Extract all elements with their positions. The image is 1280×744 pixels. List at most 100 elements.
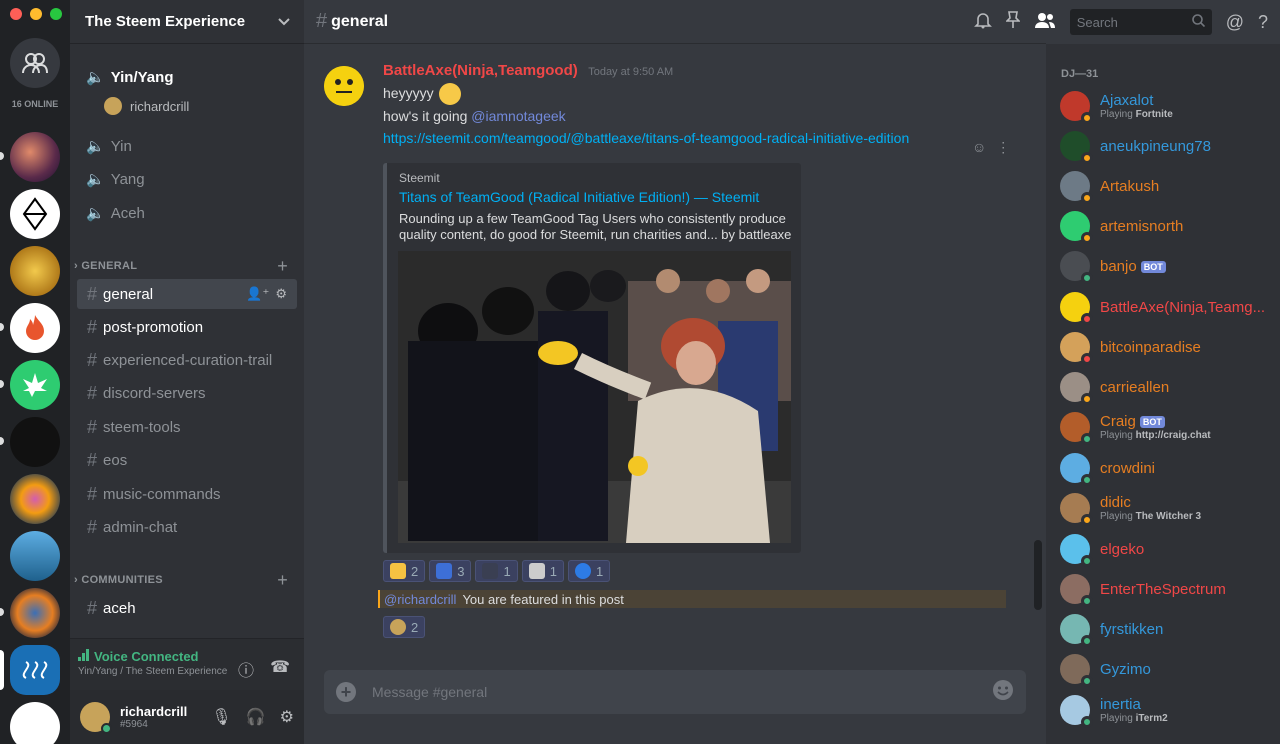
member-item[interactable]: Artakush xyxy=(1060,166,1280,206)
member-item[interactable]: bitcoinparadise xyxy=(1060,327,1280,367)
server-icon-leaf[interactable] xyxy=(10,360,60,410)
server-icon-nebula[interactable] xyxy=(10,132,60,182)
member-item[interactable]: crowdini xyxy=(1060,448,1280,488)
user-mention[interactable]: @richardcrill xyxy=(384,592,456,607)
status-indicator xyxy=(1081,555,1093,567)
member-item[interactable]: Craig BOT Playing http://craig.chat xyxy=(1060,407,1280,447)
reaction-steem[interactable]: 3 xyxy=(429,560,472,582)
member-item[interactable]: banjo BOT xyxy=(1060,246,1280,286)
channel-aceh[interactable]: # aceh xyxy=(77,593,297,623)
pin-icon[interactable] xyxy=(1004,10,1021,34)
discord-app: 16 ONLINE The Steem Experience 🔈 Yin/Yan… xyxy=(0,0,1280,744)
member-item[interactable]: Gyzimo xyxy=(1060,649,1280,689)
member-item[interactable]: aneukpineung78 xyxy=(1060,126,1280,166)
channel-post-promotion[interactable]: # post-promotion xyxy=(77,312,297,342)
emoji-picker-icon[interactable] xyxy=(992,679,1014,706)
category-communities[interactable]: › COMMUNITIES + xyxy=(70,570,304,590)
message-input[interactable]: Message #general xyxy=(372,684,487,700)
member-item[interactable]: fyrstikken xyxy=(1060,609,1280,649)
member-item[interactable]: EnterTheSpectrum xyxy=(1060,569,1280,609)
minimize-window-button[interactable] xyxy=(30,8,42,20)
mentions-at-icon[interactable]: @ xyxy=(1226,12,1244,33)
server-icon-dynamic[interactable] xyxy=(10,474,60,524)
message-composer[interactable]: + Message #general xyxy=(324,670,1026,714)
server-icon-coin[interactable] xyxy=(10,246,60,296)
server-icon-eye[interactable] xyxy=(10,588,60,638)
headphones-icon[interactable]: 🎧 xyxy=(246,707,266,727)
reaction-custom[interactable]: 1 xyxy=(475,560,518,582)
server-icon-steem[interactable] xyxy=(10,702,60,744)
member-item[interactable]: BattleAxe(Ninja,Teamg... xyxy=(1060,287,1280,327)
member-name: Craig xyxy=(1100,413,1136,430)
voice-user[interactable]: richardcrill xyxy=(104,97,189,115)
channel-experienced-curation-trail[interactable]: # experienced-curation-trail xyxy=(77,345,297,375)
member-item[interactable]: didic Playing The Witcher 3 xyxy=(1060,488,1280,528)
members-icon[interactable] xyxy=(1034,11,1056,34)
add-reaction-icon[interactable]: ☺ xyxy=(972,139,986,156)
message-link[interactable]: https://steemit.com/teamgood/@battleaxe/… xyxy=(383,130,909,146)
member-item[interactable]: carrieallen xyxy=(1060,367,1280,407)
add-channel-icon[interactable]: + xyxy=(277,256,288,277)
home-button[interactable] xyxy=(10,38,60,88)
reaction-upvote[interactable]: 1 xyxy=(567,560,611,582)
member-item[interactable]: elgeko xyxy=(1060,529,1280,569)
avatar-emoji-icon xyxy=(390,619,406,635)
microphone-icon[interactable]: 🎙 xyxy=(211,707,231,727)
status-indicator xyxy=(1081,272,1093,284)
chat-scrollbar[interactable] xyxy=(1034,540,1042,610)
message-author[interactable]: BattleAxe(Ninja,Teamgood) xyxy=(383,62,578,79)
reaction-bar: 2 3 1 1 1 xyxy=(383,560,611,582)
avatar[interactable] xyxy=(324,66,364,106)
reaction-face[interactable]: 1 xyxy=(521,560,564,582)
member-item[interactable]: Ajaxalot Playing Fortnite xyxy=(1060,86,1280,126)
member-item[interactable]: inertia Playing iTerm2 xyxy=(1060,690,1280,730)
close-window-button[interactable] xyxy=(10,8,22,20)
voice-channel-yin-yang[interactable]: 🔈 Yin/Yang xyxy=(70,62,304,92)
avatar[interactable] xyxy=(80,702,112,734)
more-options-icon[interactable]: ⋮ xyxy=(996,139,1010,156)
avatar xyxy=(1060,332,1093,365)
server-icon-birds[interactable] xyxy=(10,531,60,581)
voice-channel-yin[interactable]: 🔈 Yin xyxy=(70,131,304,161)
reaction-avatar[interactable]: 2 xyxy=(383,616,426,638)
member-item[interactable]: artemisnorth xyxy=(1060,206,1280,246)
server-icon-ethereum[interactable] xyxy=(10,189,60,239)
server-icon-steem-experience[interactable] xyxy=(10,645,60,695)
bell-icon[interactable] xyxy=(973,11,992,34)
reaction-thumbs-up[interactable]: 2 xyxy=(383,560,426,582)
help-icon[interactable]: ? xyxy=(1258,12,1268,33)
status-indicator xyxy=(1081,313,1093,325)
channel-admin-chat[interactable]: # admin-chat xyxy=(77,512,297,542)
message-toolbar: ☺ ⋮ xyxy=(972,139,1010,156)
user-mention[interactable]: @iamnotageek xyxy=(471,108,565,124)
channel-eos[interactable]: # eos xyxy=(77,445,297,475)
embed-provider: Steemit xyxy=(399,171,440,185)
gear-icon[interactable]: ⚙ xyxy=(280,707,294,727)
guild-header[interactable]: The Steem Experience xyxy=(70,0,304,44)
voice-user-name: richardcrill xyxy=(130,98,190,114)
upload-plus-icon[interactable]: + xyxy=(336,682,356,702)
invite-icon[interactable]: 👤⁺ xyxy=(246,286,269,302)
zoom-window-button[interactable] xyxy=(50,8,62,20)
channel-steem-tools[interactable]: # steem-tools xyxy=(77,412,297,442)
info-icon[interactable]: ⓘ xyxy=(238,657,254,681)
server-icon-steemit-seekers[interactable] xyxy=(10,417,60,467)
channel-music-commands[interactable]: # music-commands xyxy=(77,479,297,509)
channel-discord-servers[interactable]: # discord-servers xyxy=(77,378,297,408)
voice-channel-yang[interactable]: 🔈 Yang xyxy=(70,164,304,194)
embed-title[interactable]: Titans of TeamGood (Radical Initiative E… xyxy=(399,189,789,205)
category-general[interactable]: › GENERAL + xyxy=(70,256,304,276)
member-name: Ajaxalot xyxy=(1100,92,1154,109)
channel-general[interactable]: # general 👤⁺ ⚙ xyxy=(77,279,297,309)
message-line: heyyyyy xyxy=(383,85,434,101)
voice-channel-aceh[interactable]: 🔈 Aceh xyxy=(70,198,304,228)
voice-channel-label: Aceh xyxy=(110,204,145,222)
embed-image[interactable] xyxy=(398,251,791,543)
reaction-count: 2 xyxy=(411,563,419,579)
server-icon-fire[interactable] xyxy=(10,303,60,353)
gear-icon[interactable]: ⚙ xyxy=(275,286,287,302)
hash-icon: # xyxy=(87,449,98,470)
add-channel-icon[interactable]: + xyxy=(277,570,288,591)
search-input[interactable]: Search xyxy=(1069,9,1212,35)
disconnect-icon[interactable]: ☎ xyxy=(270,657,290,681)
